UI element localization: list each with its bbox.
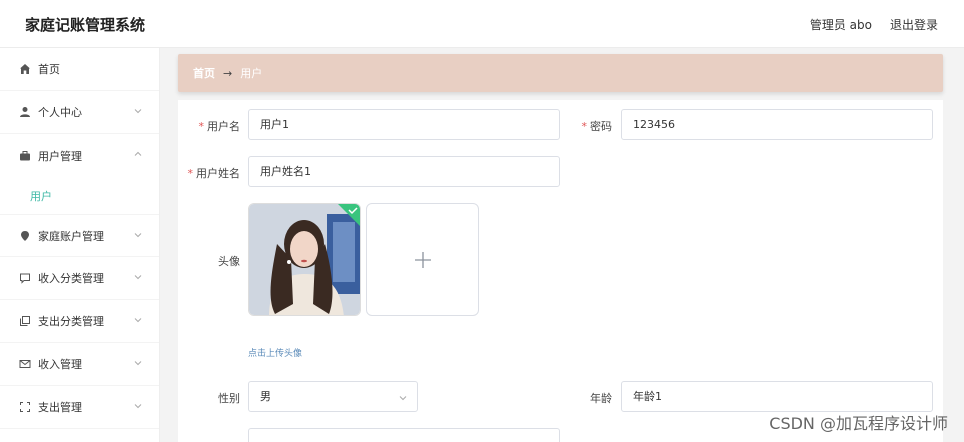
chevron-down-icon <box>399 396 407 401</box>
sidebar-item-label: 收入管理 <box>38 358 82 371</box>
gender-label: 性别 <box>218 392 240 405</box>
breadcrumb-current: 用户 <box>240 67 263 80</box>
chevron-down-icon <box>134 109 142 114</box>
realname-label: * 用户姓名 <box>187 167 241 180</box>
username-label: * 用户名 <box>198 120 241 133</box>
password-label: * 密码 <box>581 120 613 133</box>
chevron-up-icon <box>134 151 142 156</box>
sidebar-item-expense[interactable]: 支出管理 <box>0 386 159 429</box>
realname-input[interactable]: 用户姓名1 <box>248 156 560 187</box>
user-icon <box>18 105 32 119</box>
fullscreen-icon <box>18 400 32 414</box>
sidebar-item-expense-category[interactable]: 支出分类管理 <box>0 300 159 343</box>
breadcrumb-arrow-icon: → <box>223 66 233 80</box>
sidebar-item-label: 支出管理 <box>38 401 82 414</box>
chevron-down-icon <box>134 404 142 409</box>
sidebar-item-label: 用户管理 <box>38 149 82 163</box>
chevron-down-icon <box>134 318 142 323</box>
avatar-image[interactable] <box>248 203 361 316</box>
gender-value: 男 <box>260 390 271 403</box>
password-input[interactable]: 123456 <box>621 109 933 140</box>
sidebar-item-user-management[interactable]: 用户管理 <box>0 134 159 177</box>
sidebar-item-income-category[interactable]: 收入分类管理 <box>0 257 159 300</box>
sidebar-item-label: 个人中心 <box>38 106 82 119</box>
age-label: 年龄 <box>590 392 612 405</box>
age-input[interactable]: 年龄1 <box>621 381 933 412</box>
sidebar-item-label: 支出分类管理 <box>38 315 104 328</box>
upload-hint: 点击上传头像 <box>248 349 303 359</box>
top-header: 家庭记账管理系统 管理员 abo 退出登录 <box>0 0 964 48</box>
mail-icon <box>18 357 32 371</box>
avatar-upload-button[interactable] <box>366 203 479 316</box>
sidebar-item-family-account[interactable]: 家庭账户管理 <box>0 214 159 257</box>
chevron-down-icon <box>134 361 142 366</box>
home-icon <box>18 62 32 76</box>
sidebar-item-label: 家庭账户管理 <box>38 229 104 243</box>
user-form: *用户名 用户1 *密码 123456 *用户姓名 用户姓名1 头像 点击 <box>178 100 943 442</box>
location-icon <box>18 229 32 243</box>
sidebar-subitem-user[interactable]: 用户 <box>0 177 159 214</box>
breadcrumb: 首页 → 用户 <box>178 54 943 92</box>
check-badge-icon <box>338 204 360 226</box>
avatar-label: 头像 <box>218 255 240 268</box>
app-title: 家庭记账管理系统 <box>25 16 146 34</box>
copy-icon <box>18 314 32 328</box>
sidebar: 首页 个人中心 用户管理 用户 家庭账户管理 收入分类管理 支出分类管理 收入管… <box>0 48 160 442</box>
sidebar-item-label: 首页 <box>38 63 60 76</box>
admin-name: 管理员 abo <box>809 18 872 32</box>
sidebar-item-home[interactable]: 首页 <box>0 48 159 91</box>
chat-icon <box>18 271 32 285</box>
watermark: CSDN @加瓦程序设计师 <box>769 414 948 433</box>
plus-icon <box>415 252 431 268</box>
sidebar-item-profile[interactable]: 个人中心 <box>0 91 159 134</box>
gender-select[interactable]: 男 <box>248 381 418 412</box>
username-input[interactable]: 用户1 <box>248 109 560 140</box>
breadcrumb-home[interactable]: 首页 <box>193 65 215 81</box>
briefcase-icon <box>18 149 32 163</box>
sidebar-subitem-label: 用户 <box>30 189 52 203</box>
chevron-down-icon <box>134 275 142 280</box>
sidebar-item-label: 收入分类管理 <box>38 272 104 285</box>
header-actions: 管理员 abo 退出登录 <box>810 16 938 33</box>
sidebar-item-income[interactable]: 收入管理 <box>0 343 159 386</box>
next-input[interactable] <box>248 428 560 442</box>
chevron-down-icon <box>134 233 142 238</box>
logout-link[interactable]: 退出登录 <box>890 16 938 33</box>
